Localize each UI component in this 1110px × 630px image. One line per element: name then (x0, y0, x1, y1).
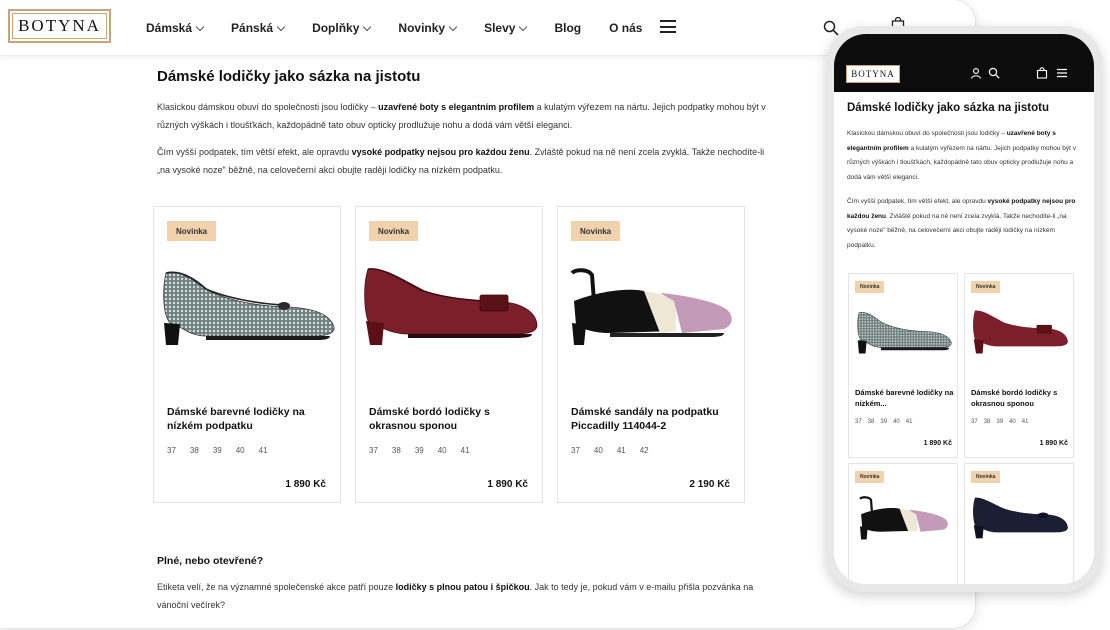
shopping-bag-icon[interactable] (1036, 67, 1048, 79)
brand-logo-text: BOTYNA (12, 13, 107, 39)
nav-item-novinky[interactable]: Novinky (398, 21, 458, 35)
nav-item-label: Novinky (398, 21, 446, 35)
size-option[interactable]: 37 (369, 446, 378, 455)
mobile-product-card[interactable]: Novinka Dámské bordó lodičky s okrasnou … (964, 273, 1074, 458)
size-option[interactable]: 37 (571, 446, 580, 455)
product-price: 1 890 Kč (1039, 440, 1068, 447)
size-list: 37 38 39 40 41 (855, 419, 912, 425)
product-card[interactable]: Novinka Dámské sandály na podpatku Picca… (557, 206, 745, 503)
size-option[interactable]: 39 (213, 446, 222, 455)
nav-item-label: Blog (554, 21, 582, 35)
mobile-product-card[interactable]: Novinka Dámské barevné lodičky na nízkém… (848, 273, 958, 458)
product-price: 1 890 Kč (923, 440, 952, 447)
mobile-article-paragraph-1: Klasickou dámskou obuví do společnosti j… (847, 130, 1077, 181)
product-title[interactable]: Dámské bordó lodičky s okrasnou sponou (971, 387, 1071, 409)
mobile-brand-logo[interactable]: BOTYNA (846, 65, 900, 83)
nav-item-blog[interactable]: Blog (554, 21, 581, 35)
new-badge: Novinka (167, 221, 217, 241)
product-image-burgundy-pump[interactable] (362, 257, 538, 357)
size-option[interactable]: 39 (880, 419, 887, 425)
size-option[interactable]: 39 (415, 446, 424, 455)
size-option[interactable]: 41 (1022, 419, 1029, 425)
size-option[interactable]: 40 (438, 446, 447, 455)
product-image-multicolor-pump[interactable] (160, 257, 336, 357)
chevron-down-icon (448, 22, 458, 31)
nav-item-label: Doplňky (312, 21, 360, 35)
nav-item-label: O nás (609, 21, 643, 35)
size-option[interactable]: 40 (1009, 419, 1016, 425)
new-badge: Novinka (971, 471, 1001, 483)
new-badge: Novinka (369, 221, 419, 241)
product-card[interactable]: Novinka Dámské bordó lodičky s okrasnou … (355, 206, 543, 503)
new-badge: Novinka (855, 471, 885, 483)
hamburger-icon[interactable] (1056, 67, 1068, 79)
nav-item-slevy[interactable]: Slevy (484, 21, 528, 35)
chevron-down-icon (276, 22, 286, 31)
mobile-phone-mockup: BOTYNA Dámské lodičky jako sázka na jist… (826, 26, 1102, 592)
chevron-down-icon (363, 22, 372, 31)
mobile-product-card[interactable]: Novinka (848, 463, 958, 584)
product-price: 1 890 Kč (487, 479, 528, 490)
nav-item-label: Slevy (484, 21, 516, 35)
size-option[interactable]: 40 (893, 419, 900, 425)
size-option[interactable]: 38 (868, 419, 875, 425)
article-paragraph-1: Klasickou dámskou obuví do společnosti j… (157, 102, 766, 130)
new-badge: Novinka (571, 221, 621, 241)
article-paragraph-2: Čím vyšší podpatek, tím větší efekt, ale… (157, 147, 765, 175)
size-option[interactable]: 37 (971, 419, 978, 425)
product-title[interactable]: Dámské barevné lodičky na nízkém podpatk… (167, 405, 327, 433)
nav-item-damska[interactable]: Dámská (146, 21, 205, 35)
size-option[interactable]: 38 (392, 446, 401, 455)
size-option[interactable]: 41 (617, 446, 626, 455)
size-option[interactable]: 40 (236, 446, 245, 455)
product-price: 2 190 Kč (689, 479, 730, 490)
chevron-down-icon (519, 22, 528, 31)
product-image-burgundy-pump[interactable] (969, 304, 1071, 359)
nav-item-doplnky[interactable]: Doplňky (312, 21, 372, 35)
size-list: 37 40 41 42 (571, 446, 649, 455)
product-title[interactable]: Dámské sandály na podpatku Piccadilly 11… (571, 405, 731, 433)
search-icon[interactable] (988, 67, 1000, 79)
mobile-article-paragraph-2: Čím vyšší podpatek, tím větší efekt, ale… (847, 198, 1076, 249)
nav-item-label: Dámská (146, 21, 193, 35)
size-option[interactable]: 42 (640, 446, 649, 455)
article-title: Dámské lodičky jako sázka na jistotu (157, 68, 421, 85)
brand-logo[interactable]: BOTYNA (8, 9, 111, 43)
size-option[interactable]: 40 (594, 446, 603, 455)
size-list: 37 38 39 40 41 (167, 446, 268, 455)
chevron-down-icon (195, 22, 205, 31)
size-option[interactable]: 41 (259, 446, 268, 455)
product-title[interactable]: Dámské barevné lodičky na nízkém... (855, 387, 955, 409)
product-price: 1 890 Kč (285, 479, 326, 490)
product-image-navy-pump[interactable] (969, 490, 1071, 545)
article-subheading: Plné, nebo otevřené? (157, 555, 264, 567)
size-option[interactable]: 38 (984, 419, 991, 425)
new-badge: Novinka (855, 281, 885, 293)
product-title[interactable]: Dámské bordó lodičky s okrasnou sponou (369, 405, 529, 433)
article-paragraph-3: Etiketa velí, že na významné společenské… (157, 582, 754, 610)
size-option[interactable]: 39 (996, 419, 1003, 425)
size-option[interactable]: 41 (461, 446, 470, 455)
product-image-slingback-sandal[interactable] (853, 490, 955, 545)
mobile-article-title: Dámské lodičky jako sázka na jistotu (847, 102, 1049, 114)
nav-item-panska[interactable]: Pánská (231, 21, 286, 35)
nav-item-o-nas[interactable]: O nás (609, 21, 642, 35)
size-list: 37 38 39 40 41 (369, 446, 470, 455)
mobile-product-card[interactable]: Novinka (964, 463, 1074, 584)
product-image-multicolor-pump[interactable] (853, 304, 955, 359)
size-option[interactable]: 37 (167, 446, 176, 455)
size-option[interactable]: 38 (190, 446, 199, 455)
size-option[interactable]: 41 (906, 419, 913, 425)
mobile-screen: BOTYNA Dámské lodičky jako sázka na jist… (834, 34, 1094, 584)
main-nav: Dámská Pánská Doplňky Novinky Slevy Blog… (146, 0, 642, 56)
nav-item-label: Pánská (231, 21, 274, 35)
new-badge: Novinka (971, 281, 1001, 293)
hamburger-icon[interactable] (660, 20, 676, 33)
user-icon[interactable] (970, 67, 982, 79)
mobile-header: BOTYNA (834, 34, 1094, 92)
product-card[interactable]: Novinka Dámské barevné lodičky na nízkém… (153, 206, 341, 503)
product-image-slingback-sandal[interactable] (564, 257, 740, 357)
size-option[interactable]: 37 (855, 419, 862, 425)
size-list: 37 38 39 40 41 (971, 419, 1028, 425)
